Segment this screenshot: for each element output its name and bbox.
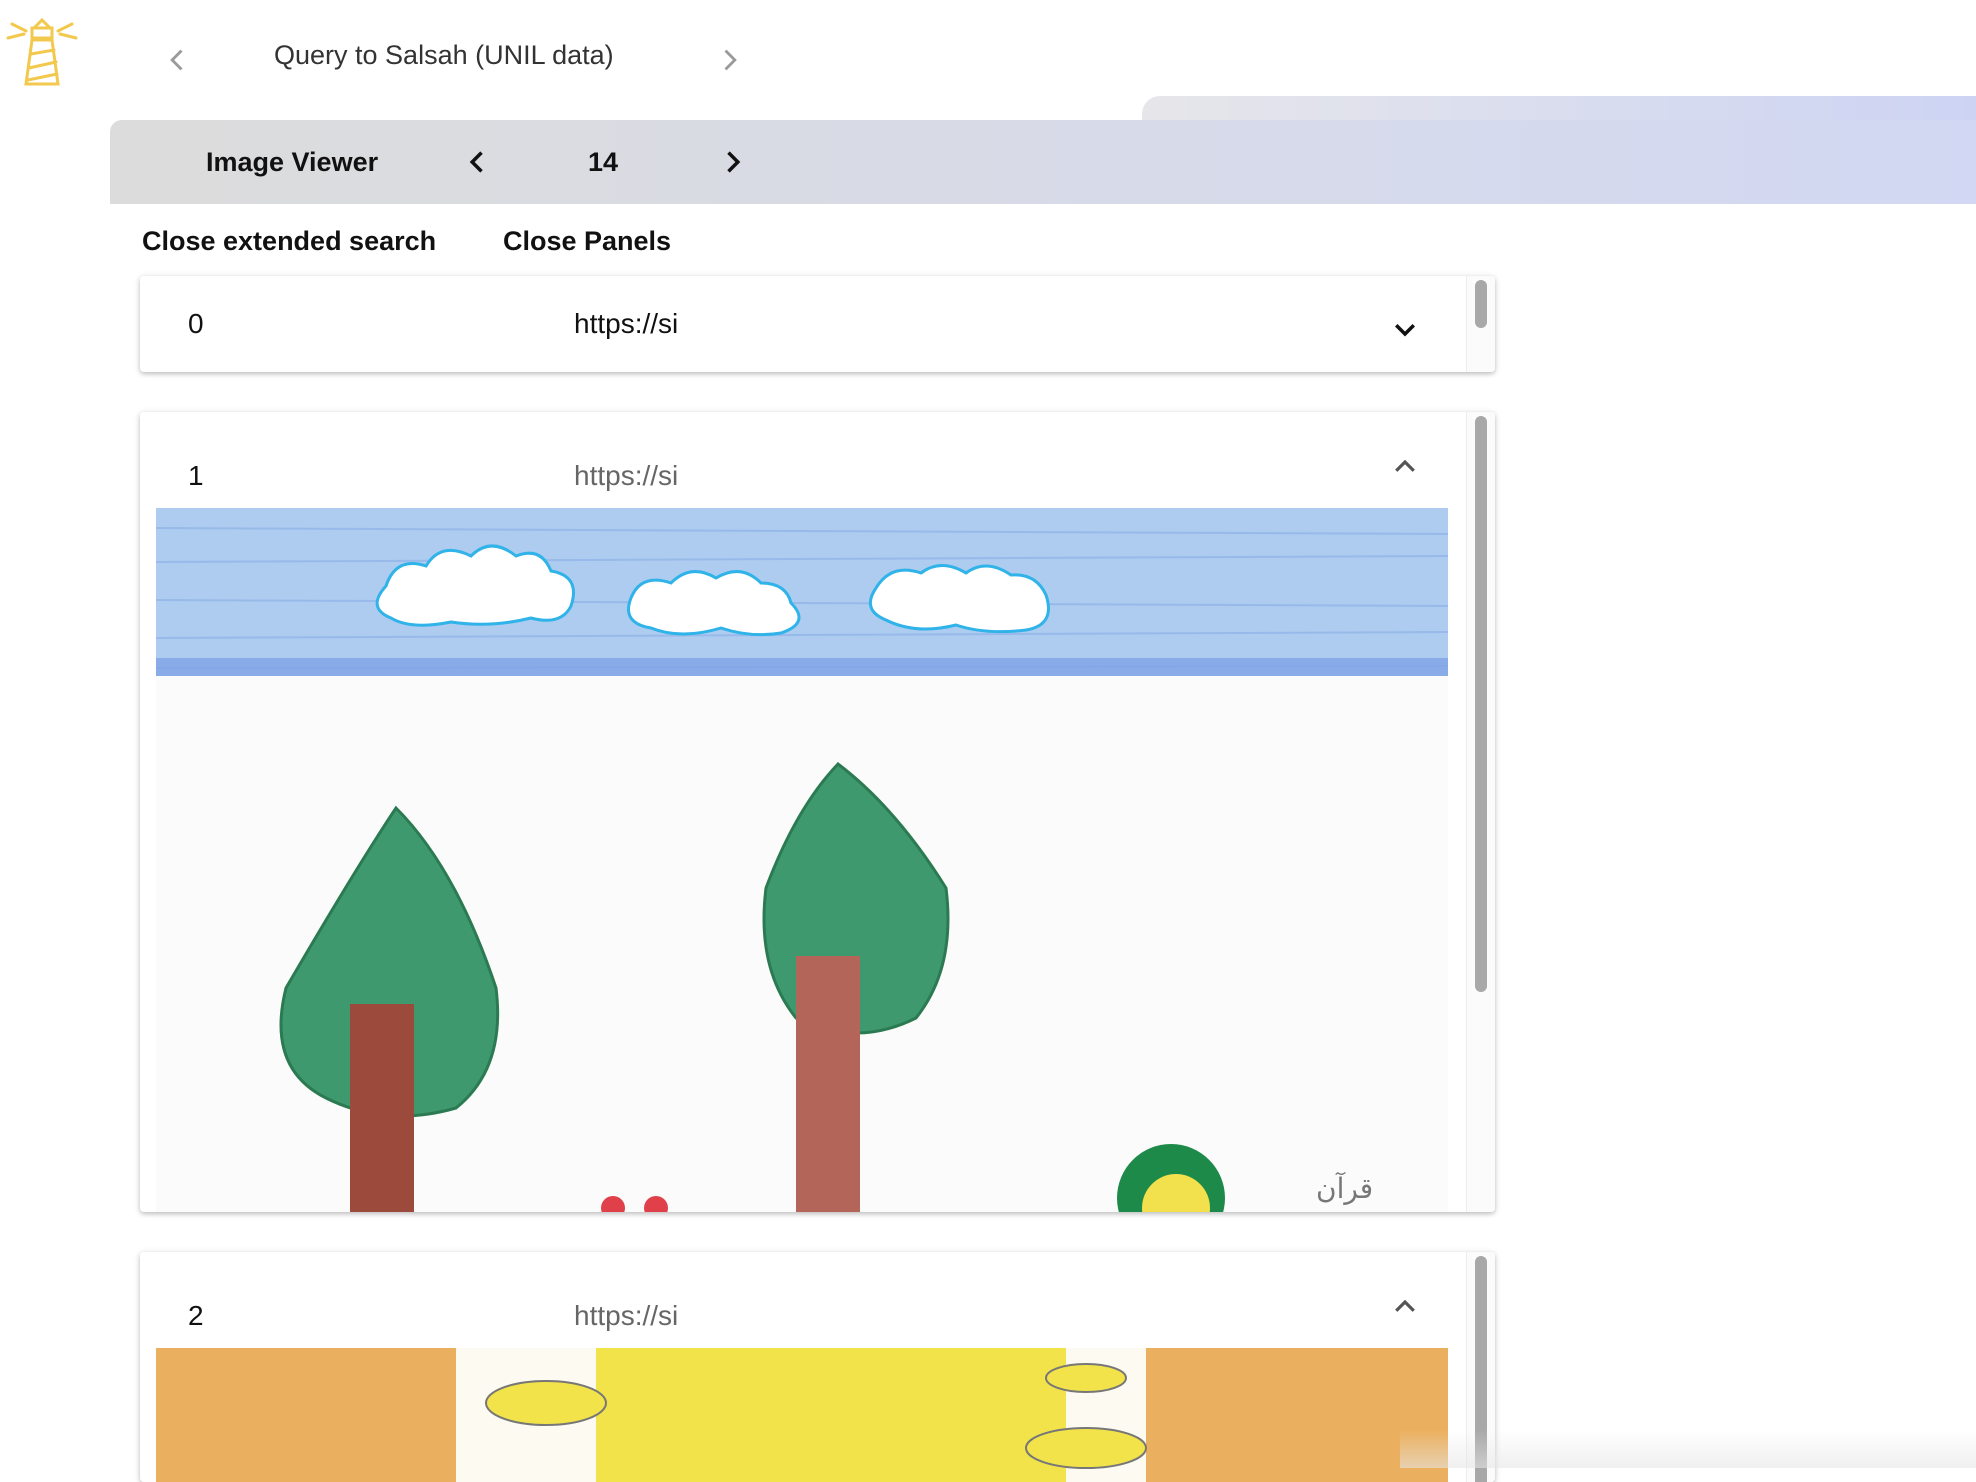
viewer-count: 14 bbox=[588, 147, 619, 177]
close-extended-search-button[interactable]: Close extended search bbox=[142, 226, 436, 257]
panel-index: 2 bbox=[188, 1300, 204, 1331]
image-viewer-bar: Image Viewer 14 bbox=[110, 120, 1976, 204]
panel-index: 0 bbox=[188, 308, 204, 339]
panel-index: 1 bbox=[188, 460, 204, 491]
panel-url[interactable]: https://si bbox=[574, 460, 678, 492]
svg-text:قرآن: قرآن bbox=[1316, 1172, 1373, 1205]
panel-url[interactable]: https://si bbox=[574, 1300, 678, 1332]
drawing-image: قرآن bbox=[156, 508, 1448, 1212]
chevron-left-icon[interactable] bbox=[164, 46, 192, 74]
viewer-title: Image Viewer bbox=[206, 147, 379, 177]
result-panel[interactable]: 1 https://si قرآن bbox=[140, 412, 1495, 1212]
result-panel[interactable]: 2 https://si bbox=[140, 1252, 1495, 1482]
chevron-up-icon[interactable] bbox=[1390, 452, 1420, 482]
page-edge-shadow bbox=[1400, 1430, 1976, 1468]
chevron-down-icon[interactable] bbox=[1390, 314, 1420, 344]
chevron-up-icon[interactable] bbox=[1390, 1292, 1420, 1322]
page-title: Query to Salsah (UNIL data) bbox=[274, 40, 614, 70]
lighthouse-logo-icon[interactable] bbox=[4, 14, 80, 86]
chevron-left-icon[interactable] bbox=[464, 148, 492, 176]
scrollbar[interactable] bbox=[1466, 276, 1495, 372]
scrollbar[interactable] bbox=[1466, 412, 1495, 1212]
panel-url[interactable]: https://si bbox=[574, 308, 678, 340]
chevron-right-icon[interactable] bbox=[715, 46, 743, 74]
chevron-right-icon[interactable] bbox=[718, 148, 746, 176]
result-panel[interactable]: 0 https://si bbox=[140, 276, 1495, 372]
close-panels-button[interactable]: Close Panels bbox=[503, 226, 671, 257]
drawing-image bbox=[156, 1348, 1448, 1482]
scrollbar-thumb[interactable] bbox=[1475, 416, 1487, 992]
scrollbar-thumb[interactable] bbox=[1475, 280, 1487, 328]
